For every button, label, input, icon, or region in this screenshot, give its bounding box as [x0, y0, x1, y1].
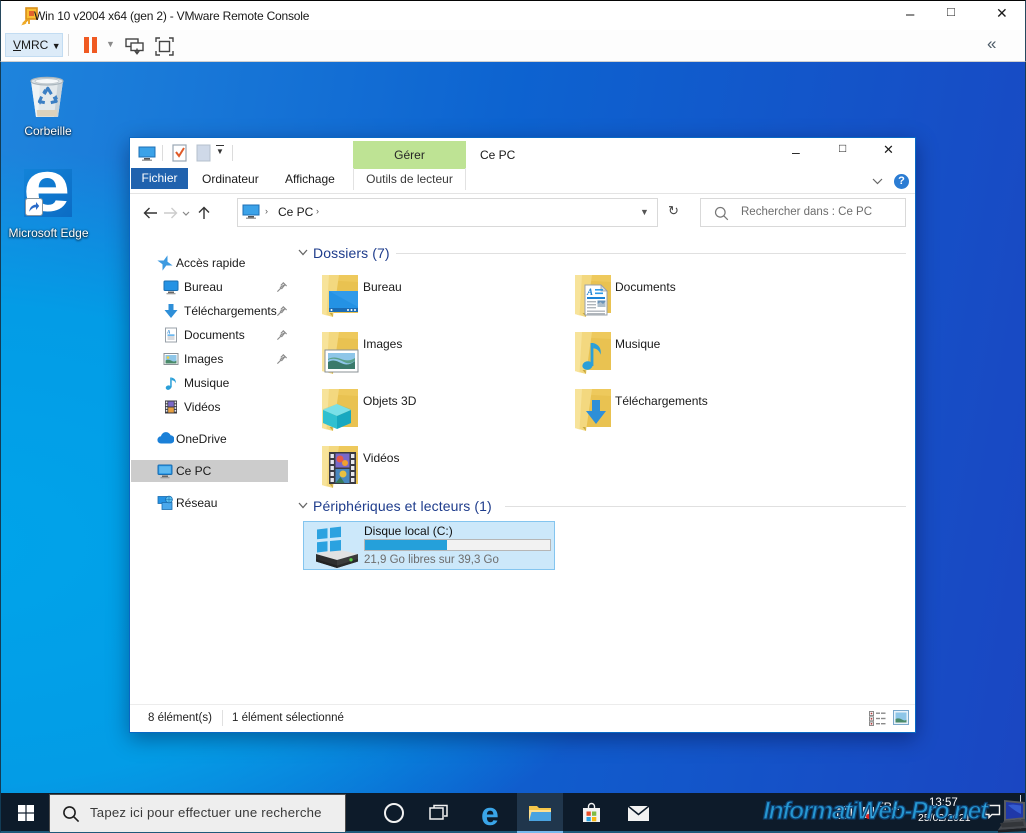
svg-text:A: A — [586, 287, 593, 297]
